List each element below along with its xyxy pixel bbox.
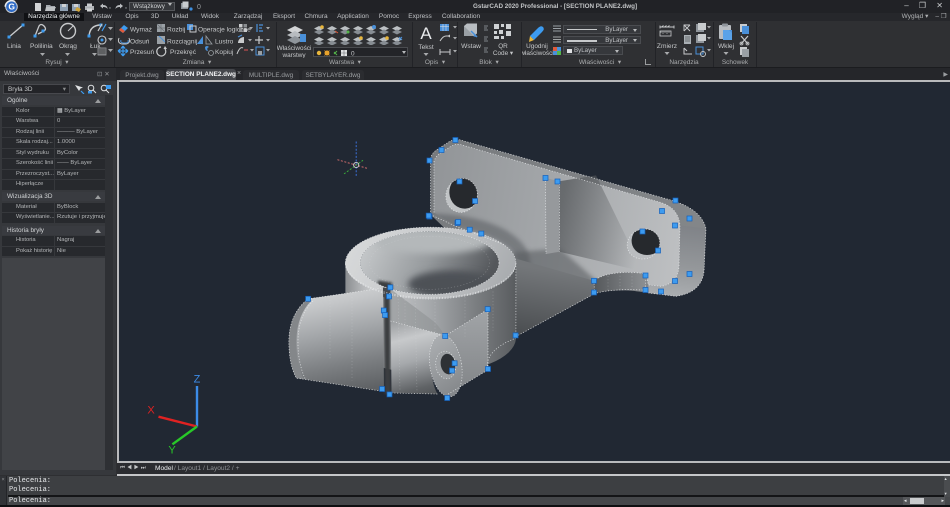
svg-text:A: A [420,24,432,43]
svg-text:Właściwości: Właściwości [277,45,311,52]
svg-text:Polilinia: Polilinia [30,43,53,50]
svg-text:Tekst: Tekst [418,44,434,51]
svg-text:Okrąg: Okrąg [59,43,77,50]
svg-text:Wstaw: Wstaw [461,43,481,50]
svg-text:Przesuń: Przesuń [130,49,155,56]
svg-text:Rozciągnij: Rozciągnij [167,39,198,46]
svg-text:Linia: Linia [7,43,21,50]
svg-text:0: 0 [351,50,355,57]
svg-text:G: G [8,2,15,12]
svg-text:Ugodnij: Ugodnij [526,43,548,50]
svg-text:0: 0 [197,4,201,11]
svg-text:Z: Z [194,373,201,385]
svg-text:Wymaż: Wymaż [130,27,152,34]
svg-text:Y: Y [168,444,176,456]
svg-text:Lustro: Lustro [215,39,234,46]
svg-text:QR: QR [498,43,508,50]
svg-text:Przekręć: Przekręć [170,49,197,56]
svg-text:warstwy: warstwy [281,52,306,58]
svg-text:Rozbij: Rozbij [167,27,186,34]
svg-text:Wklej: Wklej [718,43,735,50]
svg-text:Operacje logiczne: Operacje logiczne [198,27,251,34]
svg-text:Odsuń: Odsuń [130,39,150,46]
svg-text:właściwości: właściwości [522,50,554,57]
svg-text:Kopiuj: Kopiuj [215,49,234,56]
svg-text:Zmierz: Zmierz [657,43,677,50]
svg-text:X: X [147,404,155,416]
svg-text:Code ▾: Code ▾ [493,50,513,57]
